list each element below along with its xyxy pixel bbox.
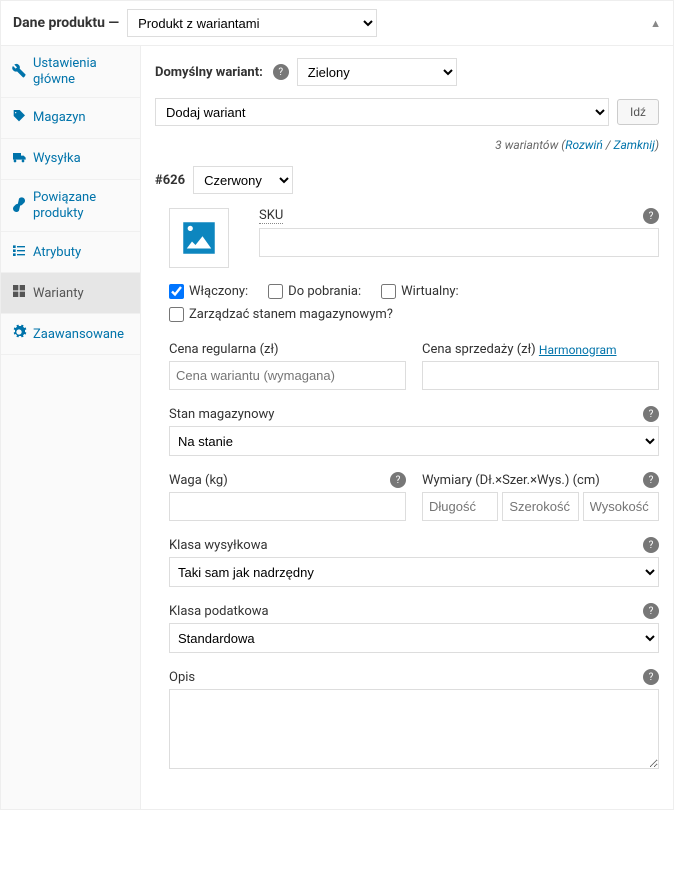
help-icon[interactable]: ? <box>643 603 659 619</box>
tax-class-label-row: Klasa podatkowa ? <box>169 603 659 619</box>
sidebar-item-inventory[interactable]: Magazyn <box>1 98 140 139</box>
add-variant-select[interactable]: Dodaj wariant <box>155 98 609 126</box>
sku-column: SKU ? <box>259 208 659 268</box>
help-icon[interactable]: ? <box>643 669 659 685</box>
stock-section: Stan magazynowy ? Na stanie <box>169 406 659 456</box>
sidebar-item-label: Wysyłka <box>33 151 81 167</box>
sidebar-item-advanced[interactable]: Zaawansowane <box>1 314 140 355</box>
weight-col: Waga (kg) ? <box>169 472 406 521</box>
variant-image-placeholder[interactable] <box>169 208 229 268</box>
variant-top-row: SKU ? <box>169 208 659 268</box>
help-icon[interactable]: ? <box>643 537 659 553</box>
sidebar-item-label: Zaawansowane <box>33 327 124 343</box>
grid-icon <box>11 283 27 303</box>
sku-label-row: SKU ? <box>259 208 659 224</box>
sale-price-input[interactable] <box>422 361 659 390</box>
description-label-row: Opis ? <box>169 669 659 685</box>
sidebar-item-linked[interactable]: Powiązane produkty <box>1 180 140 232</box>
add-variant-row: Dodaj wariant Idź <box>155 98 659 126</box>
tag-icon <box>11 108 27 128</box>
sale-price-col: Cena sprzedaży (zł) Harmonogram <box>422 342 659 390</box>
sidebar-item-shipping[interactable]: Wysyłka <box>1 139 140 180</box>
panel-body: Ustawienia główne Magazyn Wysyłka Powiąz… <box>1 46 673 809</box>
manage-stock-checkbox-item[interactable]: Zarządzać stanem magazynowym? <box>169 307 393 322</box>
link-icon <box>11 196 27 216</box>
schedule-link[interactable]: Harmonogram <box>539 343 617 357</box>
wrench-icon <box>11 62 27 82</box>
downloadable-checkbox-item[interactable]: Do pobrania: <box>268 284 361 299</box>
height-input[interactable] <box>583 492 659 521</box>
stock-label-row: Stan magazynowy ? <box>169 406 659 422</box>
weight-label-row: Waga (kg) ? <box>169 472 406 488</box>
sidebar-item-general[interactable]: Ustawienia główne <box>1 46 140 98</box>
description-section: Opis ? <box>169 669 659 773</box>
sidebar: Ustawienia główne Magazyn Wysyłka Powiąz… <box>1 46 141 809</box>
checkbox-row-2: Zarządzać stanem magazynowym? <box>169 307 659 322</box>
width-input[interactable] <box>502 492 578 521</box>
close-link[interactable]: Zamknij <box>613 138 654 152</box>
product-data-panel: Dane produktu — Produkt z wariantami ▲ U… <box>0 0 674 810</box>
expand-link[interactable]: Rozwiń <box>565 138 603 152</box>
sidebar-item-label: Powiązane produkty <box>33 190 130 221</box>
shipping-class-section: Klasa wysyłkowa ? Taki sam jak nadrzędny <box>169 537 659 587</box>
description-textarea[interactable] <box>169 689 659 769</box>
manage-stock-checkbox[interactable] <box>169 307 184 322</box>
length-input[interactable] <box>422 492 498 521</box>
variant-id: #626 <box>155 173 185 188</box>
go-button[interactable]: Idź <box>617 99 659 125</box>
image-icon <box>178 217 220 259</box>
shipping-class-select[interactable]: Taki sam jak nadrzędny <box>169 557 659 587</box>
help-icon[interactable]: ? <box>390 472 406 488</box>
sidebar-item-label: Warianty <box>33 286 84 302</box>
default-variant-label: Domyślny wariant: <box>155 65 263 80</box>
panel-header: Dane produktu — Produkt z wariantami ▲ <box>1 1 673 46</box>
sidebar-item-label: Ustawienia główne <box>33 56 130 87</box>
variant-attribute-select[interactable]: Czerwony <box>193 166 293 194</box>
sidebar-item-label: Magazyn <box>33 110 86 126</box>
sku-label: SKU <box>259 208 283 224</box>
price-row: Cena regularna (zł) Cena sprzedaży (zł) … <box>169 342 659 390</box>
truck-icon <box>11 149 27 169</box>
gear-icon <box>11 324 27 344</box>
weight-input[interactable] <box>169 492 406 521</box>
checkbox-row-1: Włączony: Do pobrania: Wirtualny: <box>169 284 659 299</box>
help-icon[interactable]: ? <box>643 472 659 488</box>
dimensions-label-row: Wymiary (Dł.×Szer.×Wys.) (cm) ? <box>422 472 659 488</box>
sidebar-item-attributes[interactable]: Atrybuty <box>1 232 140 273</box>
product-type-select[interactable]: Produkt z wariantami <box>127 9 377 37</box>
downloadable-checkbox[interactable] <box>268 284 283 299</box>
sidebar-item-variations[interactable]: Warianty <box>1 273 140 314</box>
default-variant-select[interactable]: Zielony <box>297 58 457 86</box>
virtual-checkbox-item[interactable]: Wirtualny: <box>381 284 459 299</box>
dimensions-col: Wymiary (Dł.×Szer.×Wys.) (cm) ? <box>422 472 659 521</box>
variants-info: 3 wariantów (Rozwiń / Zamknij) <box>155 138 659 152</box>
virtual-checkbox[interactable] <box>381 284 396 299</box>
weight-dims-row: Waga (kg) ? Wymiary (Dł.×Szer.×Wys.) (cm… <box>169 472 659 521</box>
tax-class-select[interactable]: Standardowa <box>169 623 659 653</box>
sale-price-label-row: Cena sprzedaży (zł) Harmonogram <box>422 342 659 357</box>
help-icon[interactable]: ? <box>273 64 289 80</box>
sku-input[interactable] <box>259 228 659 257</box>
default-variant-row: Domyślny wariant: ? Zielony <box>155 58 659 86</box>
variant-header: #626 Czerwony <box>155 166 659 194</box>
sidebar-item-label: Atrybuty <box>33 245 81 261</box>
regular-price-label: Cena regularna (zł) <box>169 342 406 357</box>
collapse-icon[interactable]: ▲ <box>650 17 661 30</box>
stock-select[interactable]: Na stanie <box>169 426 659 456</box>
tax-class-section: Klasa podatkowa ? Standardowa <box>169 603 659 653</box>
panel-title: Dane produktu — <box>13 15 119 31</box>
shipping-class-label-row: Klasa wysyłkowa ? <box>169 537 659 553</box>
regular-price-input[interactable] <box>169 361 406 390</box>
dimensions-inputs <box>422 492 659 521</box>
enabled-checkbox-item[interactable]: Włączony: <box>169 284 248 299</box>
list-icon <box>11 242 27 262</box>
enabled-checkbox[interactable] <box>169 284 184 299</box>
variant-body: SKU ? Włączony: Do pobrania: <box>155 208 659 773</box>
main-content: Domyślny wariant: ? Zielony Dodaj warian… <box>141 46 673 809</box>
regular-price-col: Cena regularna (zł) <box>169 342 406 390</box>
help-icon[interactable]: ? <box>643 208 659 224</box>
help-icon[interactable]: ? <box>643 406 659 422</box>
